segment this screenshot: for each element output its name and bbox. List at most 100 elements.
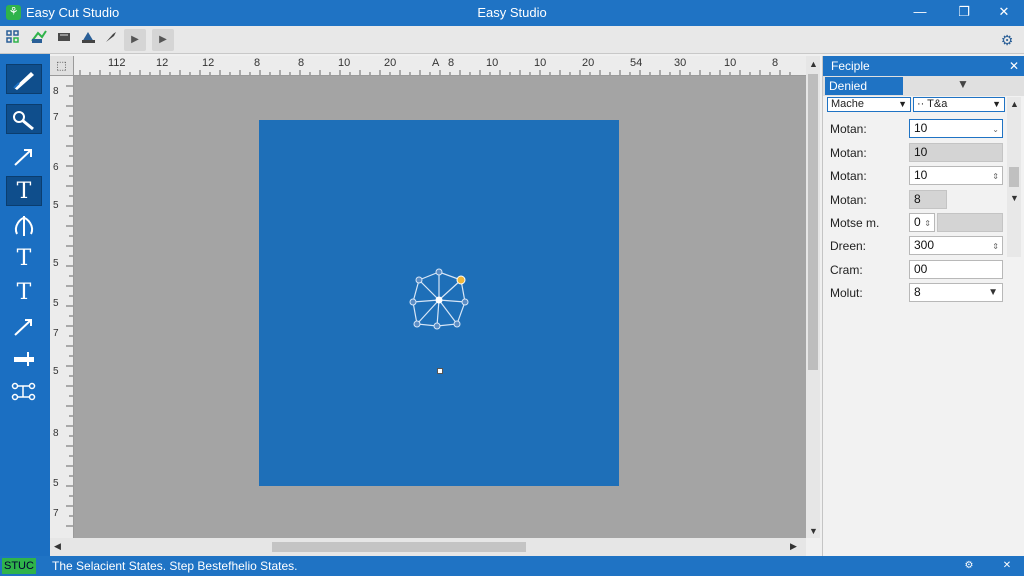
prop-value: 10 xyxy=(914,121,928,135)
ruler-label: 112 xyxy=(108,57,126,69)
close-button[interactable]: ✕ xyxy=(992,3,1016,21)
ruler-label: 10 xyxy=(724,57,737,69)
arrow-tool-icon[interactable] xyxy=(6,142,42,172)
scroll-down-icon[interactable]: ▼ xyxy=(809,526,818,536)
properties-panel: Feciple ✕ Denied ▼ Mache ▼ ·· T&a ▼ ▲ ▼ … xyxy=(822,56,1024,556)
prop-label: Motan: xyxy=(830,193,867,207)
ruler-label: 6 xyxy=(53,162,59,173)
text-tool-icon[interactable]: T xyxy=(6,176,42,206)
left-toolbox: T T T xyxy=(0,54,50,556)
vertical-scrollbar[interactable]: ▲ ▼ xyxy=(806,56,820,538)
prop-value: 300 xyxy=(914,238,935,252)
horizontal-ruler: 112 12 12 8 8 10 20 A 8 10 10 20 54 30 1… xyxy=(50,56,806,76)
ruler-label: 5 xyxy=(53,366,59,377)
panel-header: Feciple ✕ xyxy=(823,56,1024,76)
ruler-label: 7 xyxy=(53,112,59,123)
ruler-label: 12 xyxy=(202,57,215,69)
spinner-icon[interactable]: ⇕ xyxy=(992,238,999,255)
prop-input[interactable]: 10 ⇕ xyxy=(909,166,1003,185)
line-tool-icon[interactable] xyxy=(6,312,42,342)
vertical-ruler: 8 7 6 5 5 5 7 5 8 5 7 xyxy=(50,76,74,538)
grid-icon[interactable] xyxy=(2,29,24,51)
panel-select-row: Mache ▼ ·· T&a ▼ xyxy=(823,97,1024,113)
horizontal-scrollbar[interactable]: ◀ ▶ xyxy=(50,538,806,556)
ruler-label: 5 xyxy=(53,298,59,309)
ruler-label: 5 xyxy=(53,478,59,489)
ruler-corner-icon[interactable]: ⬚ xyxy=(50,56,74,76)
status-close-icon[interactable]: ✕ xyxy=(1000,559,1014,573)
scroll-right-icon[interactable]: ▶ xyxy=(790,541,797,552)
tab-dropdown-icon[interactable]: ▼ xyxy=(957,77,969,91)
cut-icon[interactable] xyxy=(54,29,76,51)
maximize-button[interactable]: ❐ xyxy=(952,3,976,21)
ruler-label: 54 xyxy=(630,57,643,69)
prop-input[interactable]: 300 ⇕ xyxy=(909,236,1003,255)
vertical-text-tool-icon[interactable]: T xyxy=(6,244,42,274)
prop-input-disabled xyxy=(937,213,1003,232)
knife-icon[interactable] xyxy=(100,29,122,51)
ruler-label: 5 xyxy=(53,200,59,211)
ruler-label: 8 xyxy=(53,86,59,97)
material-select[interactable]: Mache ▼ xyxy=(827,97,911,112)
status-text: The Selacient States. Step Bestefhelio S… xyxy=(52,559,298,573)
main-toolbar: ▶ ▶ ⚙ xyxy=(0,26,1024,54)
settings-icon[interactable]: ⚙ xyxy=(996,29,1018,51)
prop-value: 0 xyxy=(914,215,921,229)
scroll-down-icon[interactable]: ▼ xyxy=(1010,193,1019,203)
print-icon[interactable] xyxy=(78,29,100,51)
node-tool-icon[interactable] xyxy=(6,376,42,406)
prop-input[interactable]: 10 ⌄ xyxy=(909,119,1003,138)
prop-value: 8 xyxy=(914,285,921,299)
sketch-tool-icon[interactable] xyxy=(6,64,42,94)
node-graph-object[interactable] xyxy=(407,266,471,330)
import-icon[interactable] xyxy=(28,29,50,51)
ruler-label: 10 xyxy=(486,57,499,69)
prop-value: 00 xyxy=(914,262,928,276)
panel-close-icon[interactable]: ✕ xyxy=(1009,56,1019,76)
ruler-label: A xyxy=(432,57,440,69)
prop-select[interactable]: 8 ▼ xyxy=(909,283,1003,302)
tab-denied[interactable]: Denied xyxy=(825,77,903,95)
horizontal-scroll-thumb[interactable] xyxy=(272,542,526,552)
prop-input[interactable]: 0 ⇕ xyxy=(909,213,935,232)
scroll-up-icon[interactable]: ▲ xyxy=(809,59,818,69)
minimize-button[interactable]: — xyxy=(908,3,932,21)
split-tool-icon[interactable] xyxy=(6,344,42,374)
ruler-label: 10 xyxy=(338,57,351,69)
prop-label: Motse m. xyxy=(830,216,880,230)
scroll-left-icon[interactable]: ◀ xyxy=(54,541,61,552)
prop-label: Dreen: xyxy=(830,239,867,253)
preset-select[interactable]: ·· T&a ▼ xyxy=(913,97,1005,112)
ruler-label: 20 xyxy=(384,57,397,69)
preset-select-value: ·· T&a xyxy=(917,98,948,110)
knife-tool-icon[interactable] xyxy=(6,104,42,134)
ruler-label: 8 xyxy=(772,57,779,69)
chevron-down-icon: ▼ xyxy=(988,287,998,298)
prop-value: 10 xyxy=(914,168,928,182)
ruler-label: 12 xyxy=(156,57,169,69)
design-canvas[interactable] xyxy=(74,76,806,538)
status-settings-icon[interactable]: ⚙ xyxy=(962,559,976,573)
prop-label: Motan: xyxy=(830,146,867,160)
spinner-icon[interactable]: ⌄ xyxy=(992,121,999,138)
status-badge: STUC xyxy=(2,558,36,574)
spinner-icon[interactable]: ⇕ xyxy=(924,215,931,232)
prop-input[interactable]: 10 xyxy=(909,143,1003,162)
ruler-label: 5 xyxy=(53,258,59,269)
artboard[interactable] xyxy=(259,120,619,486)
play-next-icon[interactable]: ▶ xyxy=(152,29,174,51)
vertical-scroll-thumb[interactable] xyxy=(808,74,818,370)
prop-input[interactable]: 00 xyxy=(909,260,1003,279)
ruler-label: 8 xyxy=(448,57,455,69)
prop-input[interactable]: 8 xyxy=(909,190,947,209)
ruler-label: 20 xyxy=(582,57,595,69)
anchor-point[interactable] xyxy=(437,368,443,374)
prop-label: Motan: xyxy=(830,122,867,136)
panel-scroll-thumb[interactable] xyxy=(1009,167,1019,187)
panel-scrollbar[interactable]: ▲ ▼ xyxy=(1007,97,1021,257)
serif-text-tool-icon[interactable]: T xyxy=(6,278,42,308)
scroll-up-icon[interactable]: ▲ xyxy=(1010,99,1019,109)
spinner-icon[interactable]: ⇕ xyxy=(992,168,999,185)
play-icon[interactable]: ▶ xyxy=(124,29,146,51)
curve-text-tool-icon[interactable] xyxy=(6,210,42,240)
